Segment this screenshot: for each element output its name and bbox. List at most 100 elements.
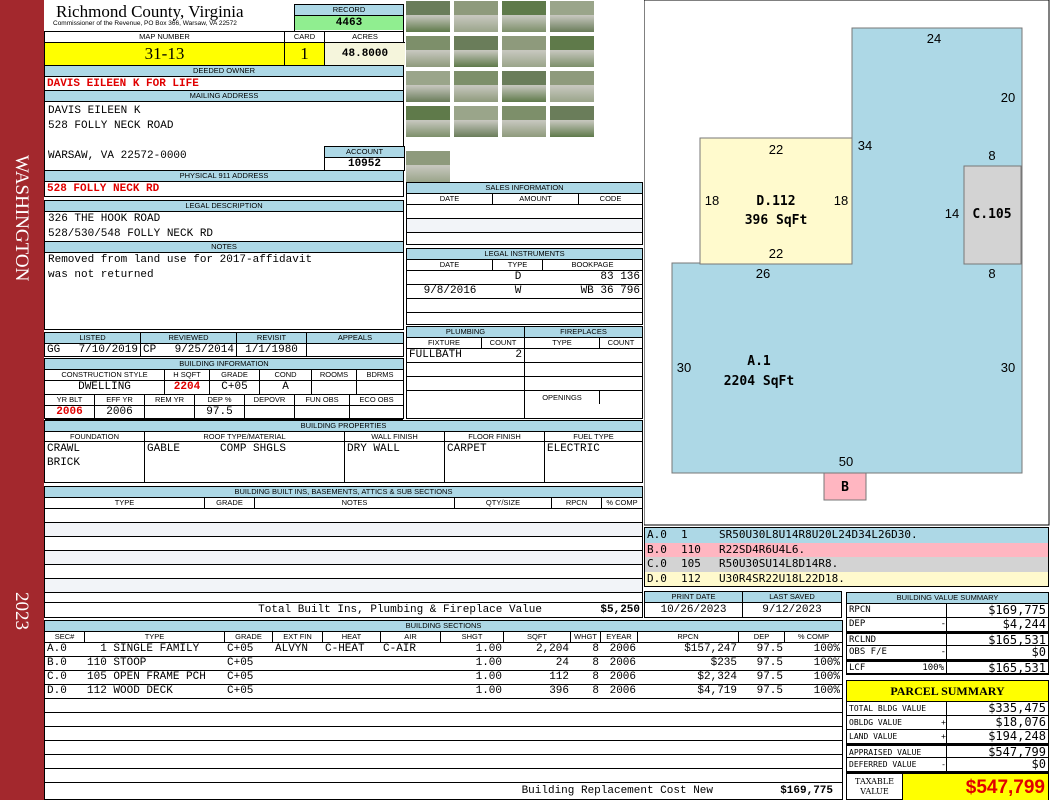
legal-instruments-box: LEGAL INSTRUMENTS DATE TYPE BOOKPAGE D 83 13… (406, 248, 643, 327)
property-photo[interactable] (549, 35, 595, 68)
building-info-value (295, 406, 350, 420)
building-info-value: C+05 (210, 381, 260, 395)
summary-sign: + (909, 730, 947, 743)
card-number: 1 (285, 43, 325, 65)
building-info-value: 97.5 (195, 406, 245, 420)
property-photo[interactable] (549, 70, 595, 103)
legal-description-label: LEGAL DESCRIPTION (45, 201, 403, 212)
built-ins-total: $5,250 (600, 604, 640, 616)
replacement-cost: $169,775 (780, 785, 833, 797)
section-cell (381, 685, 441, 698)
property-photo[interactable] (501, 105, 547, 138)
legal-line-2: 528/530/548 FOLLY NECK RD (48, 228, 214, 240)
foundation-1: CRAWL (47, 443, 81, 455)
section-cell: 2006 (609, 685, 636, 697)
foundation-2: BRICK (47, 457, 81, 469)
property-photo[interactable] (405, 105, 451, 138)
listed-header: LISTED (45, 333, 141, 344)
property-photo[interactable] (453, 35, 499, 68)
dim: 34 (858, 138, 872, 153)
legend-row[interactable]: A.0 1 SR50U30L8U14R8U20L24D34L26D30. (645, 528, 1048, 543)
section-row[interactable] (45, 727, 842, 741)
taxable-label: TAXABLE (855, 777, 894, 786)
section-cell: 112 WOOD DECK (87, 685, 173, 697)
summary-sign: - (909, 646, 947, 659)
dim: 8 (988, 148, 995, 163)
summary-label: OBLDG VALUE (849, 718, 902, 727)
print-date-label: PRINT DATE (645, 592, 743, 603)
section-cell: 2,204 (535, 643, 569, 655)
appeals (307, 344, 403, 357)
section-row[interactable] (45, 713, 842, 727)
dim: 22 (769, 246, 783, 261)
roof-type: GABLE (147, 443, 181, 455)
section-cell: 2006 (609, 657, 636, 669)
building-info-value (145, 406, 195, 420)
section-cell: 1.00 (475, 643, 502, 655)
property-photo[interactable] (405, 150, 451, 183)
building-info-value (245, 406, 295, 420)
legend-row[interactable]: C.0 105 R50U30SU14L8D14R8. (645, 557, 1048, 572)
property-photo[interactable] (549, 0, 595, 33)
section-row[interactable] (45, 699, 842, 713)
section-row[interactable] (45, 755, 842, 769)
dim: 8 (988, 266, 995, 281)
built-ins-row (45, 523, 642, 537)
building-sections-box: BUILDING SECTIONS SEC# TYPE GRADE EXT FIN HE… (44, 620, 843, 800)
section-cell: 24 (555, 657, 569, 669)
summary-value: $18,076 (995, 715, 1046, 729)
legend-row[interactable]: B.0 110 R22SD4R6U4L6. (645, 542, 1048, 557)
property-photo[interactable] (453, 70, 499, 103)
instrument-cell: 83 136 (543, 271, 642, 285)
section-cell: A.0 (47, 643, 67, 655)
built-ins-header: TYPE (45, 498, 205, 509)
building-info-value (350, 406, 403, 420)
legend-cell: R22SD4R6U4L6. (719, 542, 806, 556)
building-info-value: DWELLING (45, 381, 165, 395)
wall-finish: DRY WALL (345, 442, 445, 483)
section-cell (323, 685, 381, 698)
built-ins-row (45, 551, 642, 565)
section-cell: $4,719 (697, 685, 737, 697)
section-row[interactable]: A.0 1 SINGLE FAMILY C+05 ALVYN C-HEAT C-AIR 1… (45, 643, 842, 657)
property-photo[interactable] (405, 35, 451, 68)
property-photo[interactable] (501, 35, 547, 68)
dates-box: PRINT DATE LAST SAVED 10/26/2023 9/12/20… (644, 591, 842, 618)
reviewed-by: CP (143, 344, 157, 356)
reviewed-header: REVIEWED (141, 333, 237, 344)
mailing-line-2: 528 FOLLY NECK ROAD (48, 120, 174, 132)
notes-box: NOTES Removed from land use for 2017-aff… (44, 241, 404, 330)
property-photo[interactable] (405, 0, 451, 33)
summary-row: RCLND $165,531 (847, 632, 1048, 647)
fireplaces-label: FIREPLACES (525, 327, 642, 338)
section-row[interactable]: C.0 105 OPEN FRAME PCH C+05 1.00 112 8 2006 $2,… (45, 671, 842, 685)
fuel-type: ELECTRIC (547, 443, 600, 455)
legend-cell: 1 (681, 528, 688, 541)
section-cell: 97.5 (756, 643, 783, 655)
section-cell: 1.00 (475, 685, 502, 697)
property-photo[interactable] (453, 0, 499, 33)
physical-address: 528 FOLLY NECK RD (47, 183, 160, 195)
property-photo[interactable] (501, 0, 547, 33)
section-cell: 112 (549, 671, 569, 683)
section-row[interactable]: D.0 112 WOOD DECK C+05 1.00 396 8 2006 $4,719 97… (45, 685, 842, 699)
section-cell: 1.00 (475, 671, 502, 683)
floor-finish: CARPET (445, 442, 545, 483)
section-cell: 97.5 (756, 671, 783, 683)
section-row[interactable]: B.0 110 STOOP C+05 1.00 24 8 2006 $235 97.5 100% (45, 657, 842, 671)
property-photo[interactable] (405, 70, 451, 103)
summary-row: OBLDG VALUE + $18,076 (847, 716, 1048, 730)
revisit-header: REVISIT (237, 333, 307, 344)
property-photo[interactable] (453, 105, 499, 138)
legal-description-box: LEGAL DESCRIPTION 326 THE HOOK ROAD 528/… (44, 200, 404, 242)
section-d-name: D.112 (756, 194, 795, 209)
section-row[interactable] (45, 769, 842, 783)
property-photo[interactable] (549, 105, 595, 138)
section-row[interactable] (45, 741, 842, 755)
county-title: Richmond County, Virginia (56, 2, 244, 21)
instrument-cell (543, 299, 642, 313)
section-cell: C+05 (227, 685, 254, 697)
building-value-summary: BUILDING VALUE SUMMARY RPCN $169,775 DEP - $… (846, 592, 1049, 675)
legend-row[interactable]: D.0 112 U30R4SR22U18L22D18. (645, 571, 1048, 586)
property-photo[interactable] (501, 70, 547, 103)
